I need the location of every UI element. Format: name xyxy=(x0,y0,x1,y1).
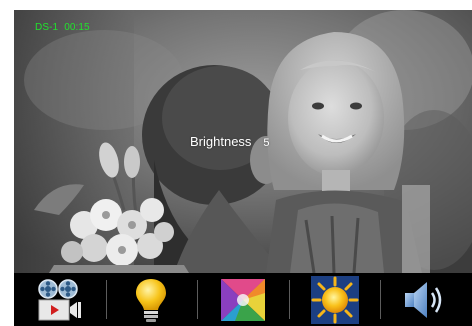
camera-record-icon xyxy=(38,278,81,320)
speaker-volume-icon xyxy=(405,281,442,318)
call-timer: 00:15 xyxy=(64,22,90,33)
brightness-button[interactable] xyxy=(288,273,381,326)
brightness-indicator: Brightness 5 xyxy=(190,134,270,149)
camera-id: DS-1 xyxy=(35,22,59,33)
color-button[interactable] xyxy=(197,273,289,326)
control-toolbar xyxy=(14,273,472,326)
sun-brightness-icon xyxy=(310,275,359,324)
intercom-display: DS-1 00:15 Brightness 5 xyxy=(0,0,472,326)
color-palette-icon xyxy=(220,278,265,321)
light-button[interactable] xyxy=(105,273,198,326)
osd-label: Brightness xyxy=(190,134,252,149)
lightbulb-icon xyxy=(136,278,167,322)
capture-record-button[interactable] xyxy=(14,273,106,326)
volume-button[interactable] xyxy=(380,273,472,326)
camera-status-label: DS-1 00:15 xyxy=(35,22,90,33)
video-monitor-screen: DS-1 00:15 Brightness 5 xyxy=(14,10,472,326)
brightness-value: 5 xyxy=(263,137,270,149)
